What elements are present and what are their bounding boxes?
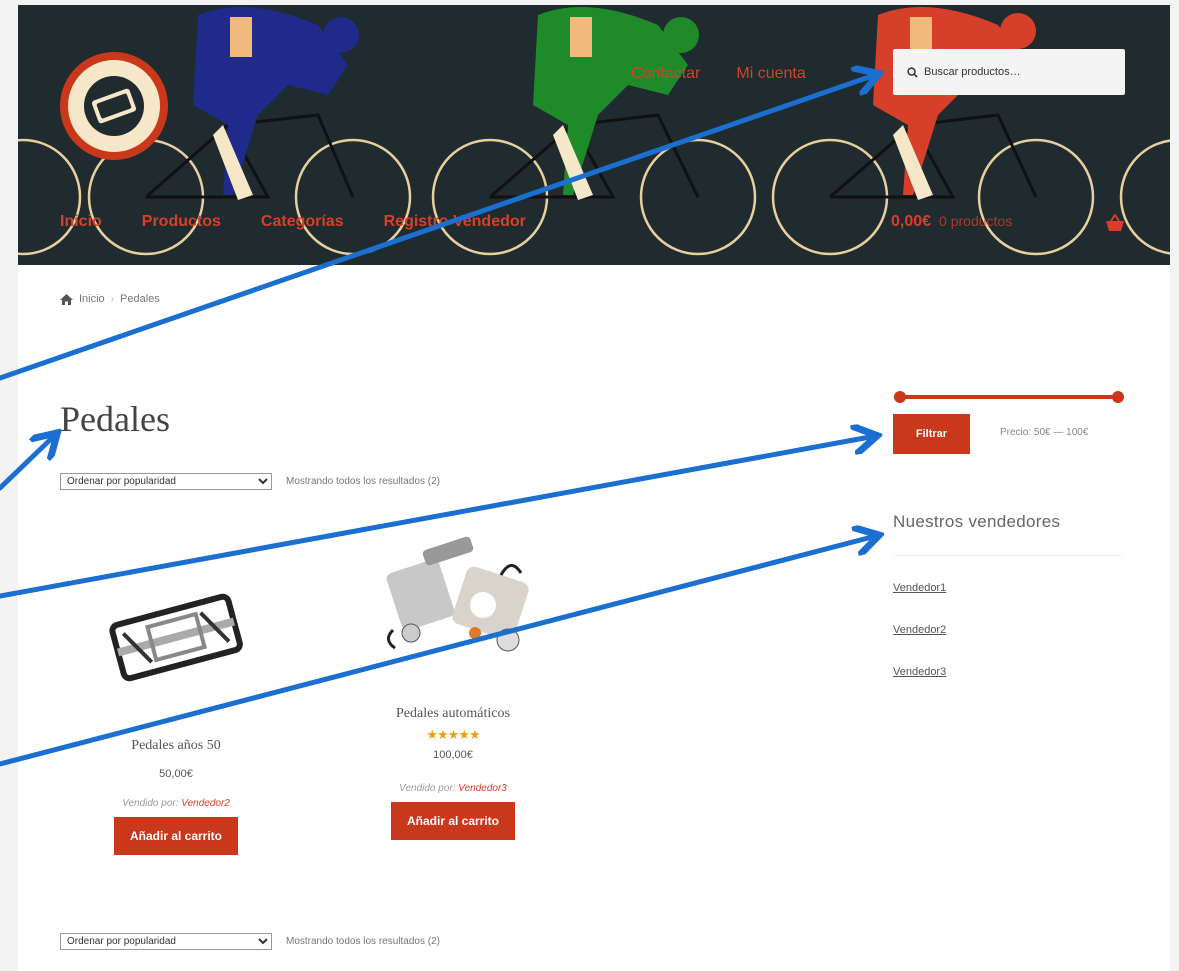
search-input[interactable]: [924, 66, 1114, 78]
site-logo[interactable]: [58, 50, 170, 162]
add-to-cart-button[interactable]: Añadir al carrito: [113, 817, 239, 855]
price-slider[interactable]: [894, 391, 1124, 403]
vendor-link[interactable]: Vendedor3: [458, 783, 507, 794]
result-count-bottom: Mostrando todos los resultados (2): [286, 936, 440, 947]
sidebar-vendor-link[interactable]: Vendedor1: [893, 582, 946, 594]
product-name[interactable]: Pedales automáticos: [363, 706, 543, 722]
breadcrumb: Inicio › Pedales: [60, 293, 160, 305]
product-vendor: Vendido por: Vendedor2: [122, 798, 230, 809]
product-card[interactable]: Pedales automáticos ★★★★★ 100,00€ Vendid…: [363, 535, 543, 840]
sort-select-top[interactable]: Ordenar por popularidad: [60, 473, 272, 490]
sort-toolbar-bottom: Ordenar por popularidad Mostrando todos …: [60, 933, 440, 950]
sort-toolbar-top: Ordenar por popularidad Mostrando todos …: [60, 473, 440, 490]
filter-button[interactable]: Filtrar: [893, 414, 970, 454]
nav-registro-vendedor[interactable]: Registro Vendedor: [384, 213, 526, 231]
cart-amount: 0,00€: [891, 213, 932, 230]
result-count-top: Mostrando todos los resultados (2): [286, 476, 440, 487]
search-icon: [907, 66, 918, 78]
main-nav: Inicio Productos Categorías Registro Ven…: [60, 213, 566, 231]
nav-contactar[interactable]: Contactar: [631, 65, 700, 83]
breadcrumb-current: Pedales: [120, 293, 160, 305]
product-card[interactable]: Pedales años 50 50,00€ Vendido por: Vend…: [86, 580, 266, 855]
price-slider-track: [898, 395, 1120, 399]
breadcrumb-separator: ›: [110, 293, 115, 305]
top-nav: Contactar Mi cuenta: [631, 65, 806, 83]
header-cart[interactable]: 0,00€ 0 productos: [891, 213, 1012, 231]
site-header: Contactar Mi cuenta Inicio Productos Cat…: [18, 5, 1170, 265]
nav-categorias[interactable]: Categorías: [261, 213, 344, 231]
product-name[interactable]: Pedales años 50: [86, 738, 266, 754]
vendors-widget-title: Nuestros vendedores: [893, 512, 1061, 531]
page: Contactar Mi cuenta Inicio Productos Cat…: [18, 5, 1170, 971]
product-image[interactable]: [363, 535, 543, 655]
nav-mi-cuenta[interactable]: Mi cuenta: [736, 65, 805, 83]
sidebar-vendor-link[interactable]: Vendedor2: [893, 624, 946, 636]
nav-inicio[interactable]: Inicio: [60, 213, 102, 231]
add-to-cart-button[interactable]: Añadir al carrito: [390, 802, 516, 840]
cart-count: 0 productos: [939, 213, 1013, 229]
basket-icon[interactable]: [1105, 214, 1125, 232]
product-vendor: Vendido por: Vendedor3: [399, 783, 507, 794]
sort-select-bottom[interactable]: Ordenar por popularidad: [60, 933, 272, 950]
search-box[interactable]: [893, 49, 1125, 95]
price-slider-max-handle[interactable]: [1112, 391, 1124, 403]
rating-stars: ★★★★★: [426, 727, 480, 742]
vendor-link[interactable]: Vendedor2: [181, 798, 230, 809]
breadcrumb-home[interactable]: Inicio: [79, 293, 105, 305]
home-icon[interactable]: [60, 293, 73, 305]
widget-divider: [893, 555, 1123, 556]
product-price: 100,00€: [433, 749, 473, 761]
nav-productos[interactable]: Productos: [142, 213, 221, 231]
sidebar-vendor-link[interactable]: Vendedor3: [893, 666, 946, 678]
price-range-label: Precio: 50€ — 100€: [1000, 427, 1089, 438]
page-title: Pedales: [60, 399, 170, 439]
product-image[interactable]: [96, 580, 256, 695]
product-price: 50,00€: [159, 768, 193, 780]
price-slider-min-handle[interactable]: [894, 391, 906, 403]
